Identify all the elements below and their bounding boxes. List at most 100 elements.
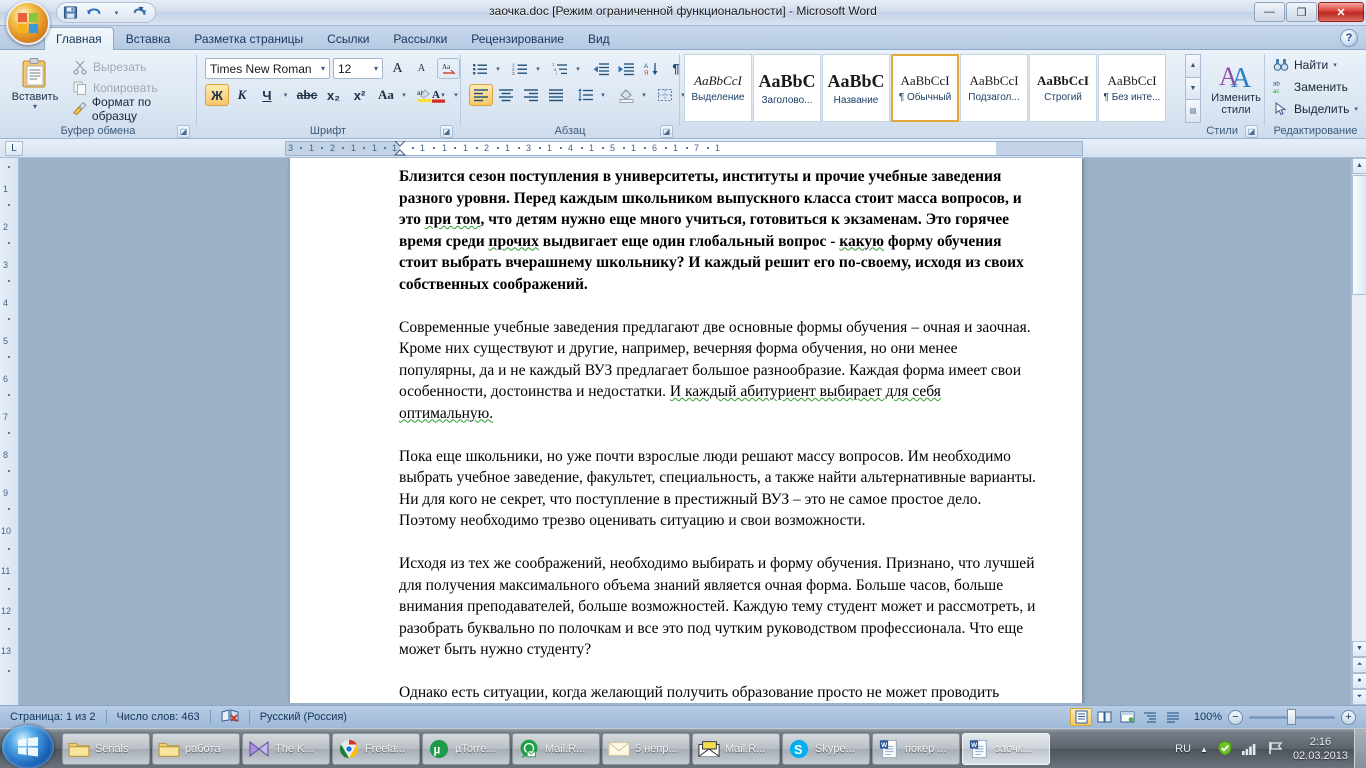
numbering-dropdown[interactable]: ▾ <box>532 58 544 79</box>
paragraph-dialog-launcher[interactable]: ◪ <box>660 125 673 138</box>
style-item-title[interactable]: AaBbC Название <box>822 54 890 122</box>
font-size-combobox[interactable]: 12 ▾ <box>333 58 383 79</box>
ruler-track[interactable]: 3 1 2 1 1 1 1 1 1 2 1 3 1 4 <box>285 141 1083 156</box>
paragraph[interactable]: Современные учебные заведения предлагают… <box>399 317 1036 425</box>
document-page[interactable]: Близится сезон поступления в университет… <box>290 158 1082 705</box>
undo-button[interactable] <box>84 4 103 21</box>
document-text[interactable]: Близится сезон поступления в университет… <box>399 166 1036 705</box>
vertical-ruler[interactable]: 1 2 3 4 5 6 7 8 9 10 11 12 13 <box>0 158 19 705</box>
styles-dialog-launcher[interactable]: ◪ <box>1245 125 1258 138</box>
underline-button[interactable]: Ч <box>255 84 279 106</box>
scroll-up-button[interactable]: ▲ <box>1352 158 1366 174</box>
paste-dropdown-arrow[interactable]: ▾ <box>33 103 37 111</box>
full-screen-reading-button[interactable] <box>1093 708 1115 726</box>
language-bar[interactable]: RU <box>1175 743 1191 755</box>
change-styles-button[interactable]: A A Изменить стили <box>1205 54 1267 122</box>
taskbar-item-mailru[interactable]: Mail.R... <box>692 733 780 765</box>
network-button[interactable] <box>1242 741 1259 758</box>
align-right-button[interactable] <box>519 84 543 106</box>
styles-scroll-up-button[interactable]: ▲ <box>1185 54 1201 78</box>
shading-dropdown[interactable]: ▾ <box>638 84 650 106</box>
paragraph[interactable]: Близится сезон поступления в университет… <box>399 166 1036 295</box>
font-name-combobox[interactable]: Times New Roman ▾ <box>205 58 330 79</box>
styles-scroll-down-button[interactable]: ▼ <box>1185 77 1201 101</box>
multilevel-list-dropdown[interactable]: ▾ <box>572 58 584 79</box>
save-button[interactable] <box>61 4 80 21</box>
clock[interactable]: 2:16 02.03.2013 <box>1293 735 1348 763</box>
taskbar-item-skype[interactable]: S Skype... <box>782 733 870 765</box>
taskbar-item-poker-doc[interactable]: W покер ... <box>872 733 960 765</box>
shading-button[interactable] <box>614 84 638 106</box>
justify-button[interactable] <box>544 84 568 106</box>
action-center-shield-button[interactable] <box>1217 740 1233 759</box>
customize-quick-access-button[interactable]: ▾ <box>134 4 148 20</box>
zoom-slider-track[interactable] <box>1249 716 1335 719</box>
bullets-dropdown[interactable]: ▾ <box>492 58 504 79</box>
show-desktop-button[interactable] <box>1354 729 1366 768</box>
style-item-normal[interactable]: AaBbCcI ¶ Обычный <box>891 54 959 122</box>
document-canvas[interactable]: Близится сезон поступления в университет… <box>19 158 1352 705</box>
increase-indent-button[interactable] <box>614 58 638 79</box>
zoom-in-button[interactable]: + <box>1341 710 1356 725</box>
print-layout-view-button[interactable] <box>1070 708 1092 726</box>
taskbar-item-mailru-agent[interactable]: Mail.R... <box>512 733 600 765</box>
paragraph[interactable]: Пока еще школьники, но уже почти взрослы… <box>399 446 1036 532</box>
sort-button[interactable]: А Я <box>641 58 663 79</box>
font-color-button[interactable]: A <box>426 84 450 106</box>
subscript-button[interactable]: x₂ <box>321 84 346 106</box>
proofing-status-button[interactable] <box>211 708 249 726</box>
outline-view-button[interactable] <box>1139 708 1161 726</box>
taskbar-item-zaochka-doc[interactable]: W заочк... <box>962 733 1050 765</box>
bold-button[interactable]: Ж <box>205 84 229 106</box>
show-hidden-icons-button[interactable]: ▲ <box>1200 745 1208 754</box>
scrollbar-thumb[interactable] <box>1352 175 1366 295</box>
superscript-button[interactable]: x² <box>347 84 372 106</box>
borders-button[interactable] <box>653 84 677 106</box>
tab-mailings[interactable]: Рассылки <box>381 27 459 50</box>
select-button[interactable]: Выделить ▾ <box>1269 99 1362 119</box>
line-spacing-dropdown[interactable]: ▾ <box>597 84 609 106</box>
previous-page-button[interactable]: ⏶ <box>1352 657 1366 673</box>
paste-button[interactable]: Вставить ▾ <box>8 54 62 120</box>
horizontal-ruler[interactable]: L 3 1 2 1 1 1 1 1 1 2 1 3 <box>0 139 1366 158</box>
tab-page-layout[interactable]: Разметка страницы <box>182 27 315 50</box>
italic-button[interactable]: К <box>230 84 254 106</box>
vertical-scrollbar[interactable]: ▲ ▼ ⏶ ● ⏷ <box>1351 158 1366 705</box>
tab-review[interactable]: Рецензирование <box>459 27 576 50</box>
numbering-button[interactable]: 123 <box>509 58 531 79</box>
next-page-button[interactable]: ⏷ <box>1352 689 1366 705</box>
undo-dropdown[interactable]: ▾ <box>107 4 126 21</box>
taskbar-item-kmplayer[interactable]: The K... <box>242 733 330 765</box>
clear-formatting-button[interactable]: Aa <box>437 58 460 79</box>
tab-stop-selector[interactable]: L <box>5 141 23 156</box>
line-spacing-button[interactable] <box>573 84 597 106</box>
shrink-font-button[interactable]: A <box>410 58 433 79</box>
word-count[interactable]: Число слов: 463 <box>107 711 210 723</box>
bullets-button[interactable] <box>469 58 491 79</box>
paragraph[interactable]: Исходя из тех же соображений, необходимо… <box>399 553 1036 661</box>
help-icon[interactable]: ? <box>1340 29 1358 47</box>
taskbar-item-chrome[interactable]: Freela... <box>332 733 420 765</box>
draft-view-button[interactable] <box>1162 708 1184 726</box>
taskbar-item-utorrent[interactable]: µ µTorre... <box>422 733 510 765</box>
align-left-button[interactable] <box>469 84 493 106</box>
multilevel-list-button[interactable]: 1ai <box>549 58 571 79</box>
align-center-button[interactable] <box>494 84 518 106</box>
restore-button[interactable]: ❐ <box>1286 2 1317 22</box>
zoom-out-button[interactable]: − <box>1228 710 1243 725</box>
style-item-heading1[interactable]: AaBbC Заголово... <box>753 54 821 122</box>
web-layout-view-button[interactable] <box>1116 708 1138 726</box>
language-indicator[interactable]: Русский (Россия) <box>250 711 357 723</box>
style-item-no-spacing[interactable]: AaBbCcI ¶ Без инте... <box>1098 54 1166 122</box>
grow-font-button[interactable]: A <box>386 58 409 79</box>
cut-button[interactable]: Вырезать <box>68 57 150 77</box>
notifications-button[interactable] <box>1268 741 1284 758</box>
minimize-button[interactable]: — <box>1254 2 1285 22</box>
styles-more-button[interactable]: ▤ <box>1185 99 1201 123</box>
select-browse-object-button[interactable]: ● <box>1352 673 1366 689</box>
format-painter-button[interactable]: Формат по образцу <box>68 99 196 119</box>
change-case-button[interactable]: Aa <box>373 84 399 106</box>
start-button[interactable] <box>2 725 54 768</box>
replace-button[interactable]: ab ac Заменить <box>1269 77 1352 97</box>
taskbar-item-serials[interactable]: Serials <box>62 733 150 765</box>
